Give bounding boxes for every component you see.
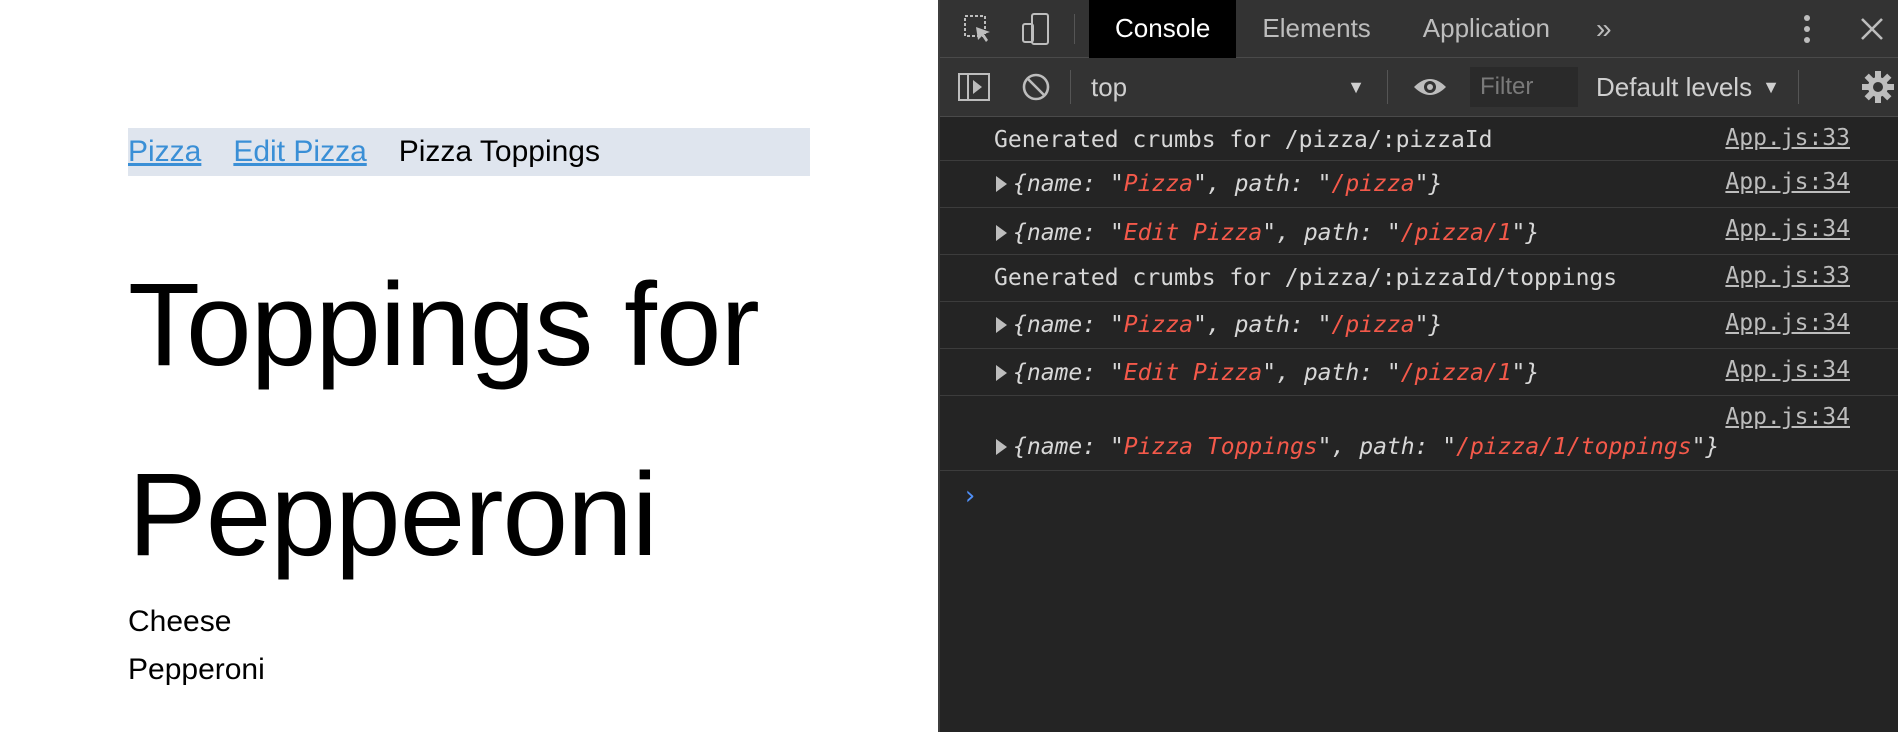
object-path-value: /pizza: [1331, 312, 1415, 338]
expand-triangle-icon[interactable]: [996, 365, 1007, 381]
prompt-chevron-icon: ›: [962, 481, 978, 511]
console-message: Generated crumbs for /pizza/:pizzaId App…: [940, 117, 1898, 161]
object-name-value: Edit Pizza: [1123, 220, 1263, 246]
object-preview[interactable]: {name: "Pizza Toppings", path: "/pizza/1…: [996, 434, 1719, 460]
toolbar-divider: [1074, 13, 1075, 44]
tab-elements[interactable]: Elements: [1236, 0, 1396, 58]
device-toolbar-icon[interactable]: [1016, 9, 1056, 49]
console-object: {name: "Pizza", path: "/pizza"} App.js:3…: [940, 302, 1898, 349]
console-object: {name: "Edit Pizza", path: "/pizza/1"} A…: [940, 208, 1898, 255]
page-title: Toppings for Pepperoni: [128, 259, 760, 581]
breadcrumb: Pizza Edit Pizza Pizza Toppings: [128, 128, 810, 176]
inspect-element-icon[interactable]: [958, 9, 998, 49]
list-item: Pepperoni: [128, 653, 265, 686]
object-preview[interactable]: {name: "Edit Pizza", path: "/pizza/1"}: [996, 360, 1539, 386]
breadcrumb-current: Pizza Toppings: [398, 135, 600, 168]
object-path-value: /pizza: [1331, 171, 1415, 197]
devtools-tabbar: Console Elements Application »: [940, 0, 1898, 58]
object-name-value: Edit Pizza: [1123, 360, 1263, 386]
clear-console-icon[interactable]: [1016, 67, 1056, 107]
source-link[interactable]: App.js:34: [1725, 310, 1850, 336]
breadcrumb-link-pizza[interactable]: Pizza: [128, 135, 201, 169]
console-object: {name: "Pizza Toppings", path: "/pizza/1…: [940, 396, 1898, 471]
object-name-value: Pizza: [1123, 312, 1194, 338]
filter-input[interactable]: [1470, 67, 1578, 107]
breadcrumb-link-edit-pizza[interactable]: Edit Pizza: [233, 135, 366, 169]
source-link[interactable]: App.js:34: [1725, 216, 1850, 242]
expand-triangle-icon[interactable]: [996, 317, 1007, 333]
console-output: Generated crumbs for /pizza/:pizzaId App…: [940, 117, 1898, 531]
console-object: {name: "Edit Pizza", path: "/pizza/1"} A…: [940, 349, 1898, 396]
kebab-menu-icon[interactable]: [1792, 9, 1822, 49]
object-path-value: /pizza/1: [1400, 360, 1512, 386]
list-item: Cheese: [128, 605, 232, 638]
log-levels-dropdown[interactable]: Default levels ▼: [1578, 72, 1798, 103]
expand-triangle-icon[interactable]: [996, 439, 1007, 455]
tab-console[interactable]: Console: [1089, 0, 1237, 58]
gear-icon[interactable]: [1858, 67, 1898, 107]
more-tabs-icon[interactable]: »: [1576, 13, 1632, 45]
source-link[interactable]: App.js:34: [1725, 169, 1850, 195]
toppings-list: Cheese Pepperoni: [128, 598, 265, 694]
console-message-text: Generated crumbs for /pizza/:pizzaId: [994, 127, 1493, 153]
toolbar-divider: [1387, 70, 1388, 104]
object-preview[interactable]: {name: "Pizza", path: "/pizza"}: [996, 171, 1442, 197]
close-icon[interactable]: [1852, 9, 1892, 49]
dropdown-arrow-icon: ▼: [1347, 76, 1365, 97]
object-name-value: Pizza: [1123, 171, 1194, 197]
toolbar-divider: [1797, 70, 1799, 104]
expand-triangle-icon[interactable]: [996, 176, 1007, 192]
object-name-value: Pizza Toppings: [1123, 434, 1318, 460]
devtools-panel: Console Elements Application » top ▼ Fil…: [938, 0, 1898, 732]
object-path-value: /pizza/1/toppings: [1456, 434, 1692, 460]
console-toolbar: top ▼ Default levels ▼: [940, 58, 1898, 117]
log-levels-label: Default levels: [1596, 71, 1753, 102]
console-message: Generated crumbs for /pizza/:pizzaId/top…: [940, 255, 1898, 302]
app-page: Pizza Edit Pizza Pizza Toppings Toppings…: [0, 0, 938, 732]
console-prompt[interactable]: ›: [940, 471, 1898, 531]
expand-triangle-icon[interactable]: [996, 225, 1007, 241]
object-path-value: /pizza/1: [1400, 220, 1512, 246]
console-object: {name: "Pizza", path: "/pizza"} App.js:3…: [940, 161, 1898, 208]
sidebar-toggle-icon[interactable]: [954, 67, 994, 107]
object-preview[interactable]: {name: "Edit Pizza", path: "/pizza/1"}: [996, 220, 1539, 246]
source-link[interactable]: App.js:34: [1725, 357, 1850, 383]
eye-icon[interactable]: [1410, 67, 1450, 107]
context-selector[interactable]: top ▼: [1071, 67, 1387, 107]
dropdown-arrow-icon: ▼: [1762, 76, 1780, 97]
object-preview[interactable]: {name: "Pizza", path: "/pizza"}: [996, 312, 1442, 338]
context-value: top: [1091, 71, 1128, 102]
source-link[interactable]: App.js:34: [1725, 404, 1850, 430]
source-link[interactable]: App.js:33: [1725, 125, 1850, 151]
tab-application[interactable]: Application: [1397, 0, 1576, 58]
console-message-text: Generated crumbs for /pizza/:pizzaId/top…: [994, 265, 1618, 291]
source-link[interactable]: App.js:33: [1725, 263, 1850, 289]
